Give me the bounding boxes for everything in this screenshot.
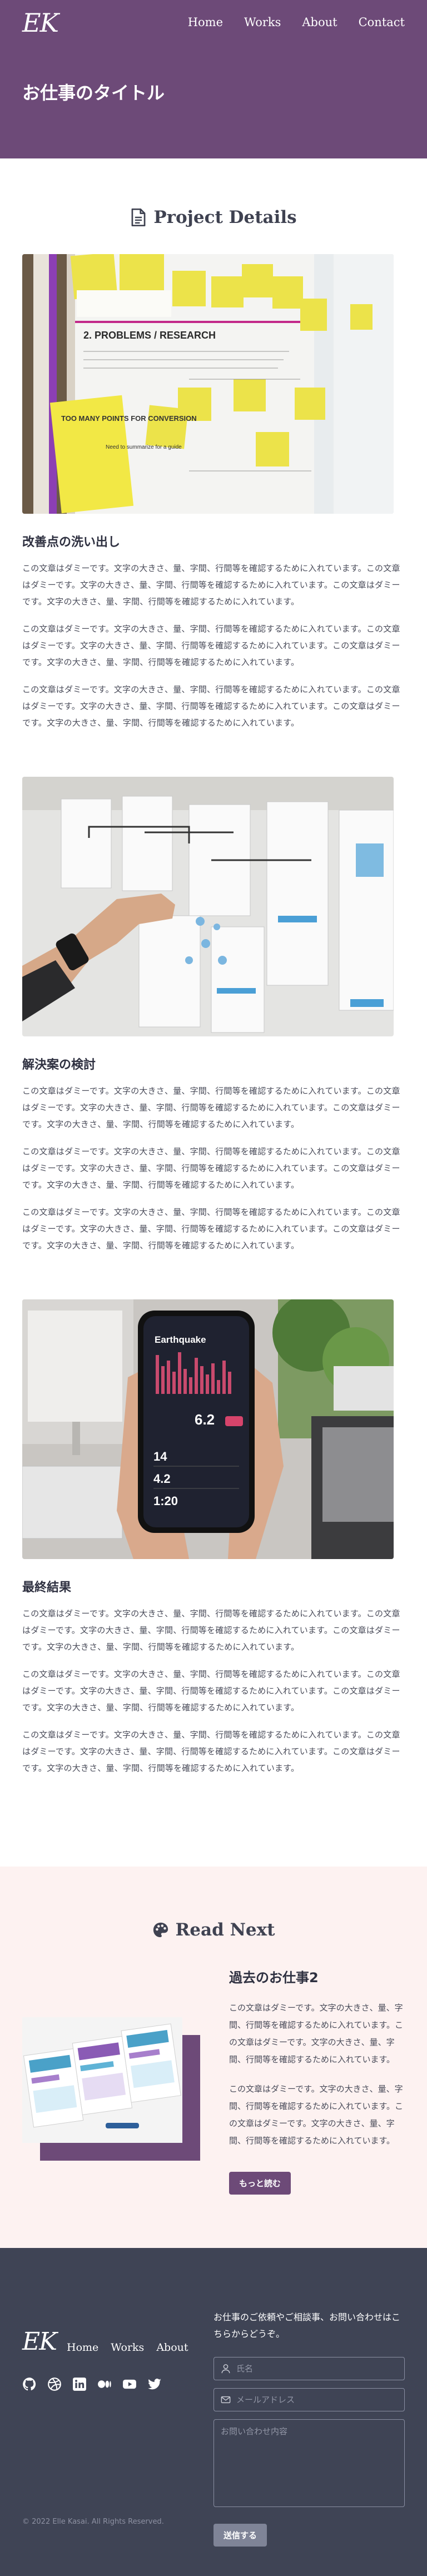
read-next-section: Read Next 過去のお仕事2 この文章はダミーです。文字の大きさ、量、字間… [0,1867,427,2248]
youtube-icon[interactable] [122,2377,137,2391]
project-photo-sticky-notes: 2. PROBLEMS / RESEARCH TOO MANY POINTS F… [22,254,394,514]
detail-block: Earthquake 6.2 14 4.2 1:20 最終結果 この文章はダミー… [22,1299,405,1776]
section-title: Project Details [153,207,297,227]
block-paragraph: この文章はダミーです。文字の大きさ、量、字間、行間等を確認するために入れています… [22,1207,400,1250]
name-field[interactable] [214,2357,405,2380]
block-paragraph: この文章はダミーです。文字の大きさ、量、字間、行間等を確認するために入れています… [22,1669,400,1713]
read-more-button[interactable]: もっと読む [229,2172,291,2195]
nav-about[interactable]: About [302,16,337,29]
project-details-section: Project Details 2. PROBLEMS / RESEARCH T… [0,158,427,1861]
block-paragraph: この文章はダミーです。文字の大きさ、量、字間、行間等を確認するために入れています… [22,563,400,607]
copyright-text: © 2022 Elle Kasai. All Rights Reserved. [22,2518,164,2526]
block-title: 最終結果 [22,1581,72,1595]
app-stat: 14 [153,1450,167,1463]
sticky-note-text: 2. PROBLEMS / RESEARCH [83,330,216,341]
project-details-heading: Project Details [22,207,405,227]
contact-form: お仕事のご依頼やご相談事、お問い合わせはこちらからどうぞ。 送信する [214,2309,405,2547]
user-icon [221,2364,230,2374]
message-field[interactable] [214,2419,405,2507]
read-next-image[interactable] [22,2017,200,2161]
twitter-icon[interactable] [147,2377,162,2391]
block-paragraph: この文章はダミーです。文字の大きさ、量、字間、行間等を確認するために入れています… [22,1609,400,1652]
app-stat: 6.2 [195,1411,215,1428]
footer-nav-about[interactable]: About [156,2341,188,2354]
read-next-text: 過去のお仕事2 この文章はダミーです。文字の大きさ、量、字間、行間等を確認するた… [229,1967,405,2195]
footer-nav-home[interactable]: Home [67,2341,98,2354]
read-next-heading: Read Next [22,1920,405,1940]
block-paragraph: この文章はダミーです。文字の大きさ、量、字間、行間等を確認するために入れています… [22,1146,400,1190]
nav-works[interactable]: Works [244,16,281,29]
linkedin-icon[interactable] [72,2377,87,2391]
footer-logo[interactable]: EK [22,2327,57,2356]
nav-contact[interactable]: Contact [359,16,405,29]
envelope-icon [221,2396,231,2404]
submit-button[interactable]: 送信する [214,2524,267,2547]
detail-block: 2. PROBLEMS / RESEARCH TOO MANY POINTS F… [22,254,405,731]
social-links [22,2377,162,2391]
app-stat: 4.2 [153,1472,171,1486]
detail-block: 解決案の検討 この文章はダミーです。文字の大きさ、量、字間、行間等を確認するため… [22,777,405,1254]
project-photo-wireframe-board [22,777,394,1036]
app-title: Earthquake [155,1334,206,1345]
message-textarea[interactable] [221,2425,398,2503]
sticky-note-text: TOO MANY POINTS FOR CONVERSION [61,414,197,423]
read-next-title[interactable]: 過去のお仕事2 [229,1967,405,1986]
block-paragraph: この文章はダミーです。文字の大きさ、量、字間、行間等を確認するために入れています… [22,1730,400,1773]
app-stat: 1:20 [153,1494,178,1508]
name-input[interactable] [236,2364,398,2374]
hero-header: EK Home Works About Contact お仕事のタイトル [0,0,427,158]
read-next-card: 過去のお仕事2 この文章はダミーです。文字の大きさ、量、字間、行間等を確認するた… [22,1967,405,2195]
read-next-paragraph: この文章はダミーです。文字の大きさ、量、字間、行間等を確認するために入れています… [229,2003,404,2064]
palette-icon [153,1922,168,1938]
document-icon [131,209,146,226]
page-title: お仕事のタイトル [22,82,165,103]
project-photo-phone-app: Earthquake 6.2 14 4.2 1:20 [22,1299,394,1559]
dribbble-icon[interactable] [47,2377,62,2391]
block-paragraph: この文章はダミーです。文字の大きさ、量、字間、行間等を確認するために入れています… [22,624,400,667]
footer-nav-works[interactable]: Works [111,2341,144,2354]
main-nav: Home Works About Contact [188,16,405,29]
github-icon[interactable] [22,2377,37,2391]
medium-icon[interactable] [97,2377,112,2391]
email-input[interactable] [236,2395,398,2405]
contact-lead-text: お仕事のご依頼やご相談事、お問い合わせはこちらからどうぞ。 [214,2312,401,2339]
block-title: 改善点の洗い出し [22,535,121,549]
section-title: Read Next [175,1920,275,1940]
site-logo[interactable]: EK [22,8,59,38]
block-title: 解決案の検討 [22,1058,96,1072]
read-next-photo-wireframes [22,2017,182,2143]
block-paragraph: この文章はダミーです。文字の大きさ、量、字間、行間等を確認するために入れています… [22,684,400,728]
sticky-note-text: Need to summarize for a guide [106,444,182,450]
nav-home[interactable]: Home [188,16,223,29]
read-next-paragraph: この文章はダミーです。文字の大きさ、量、字間、行間等を確認するために入れています… [229,2084,404,2146]
block-paragraph: この文章はダミーです。文字の大きさ、量、字間、行間等を確認するために入れています… [22,1086,400,1129]
site-footer: EK Home Works About © 2022 Elle Kasai. A… [0,2248,427,2576]
email-field[interactable] [214,2388,405,2411]
footer-nav: Home Works About [67,2341,188,2354]
